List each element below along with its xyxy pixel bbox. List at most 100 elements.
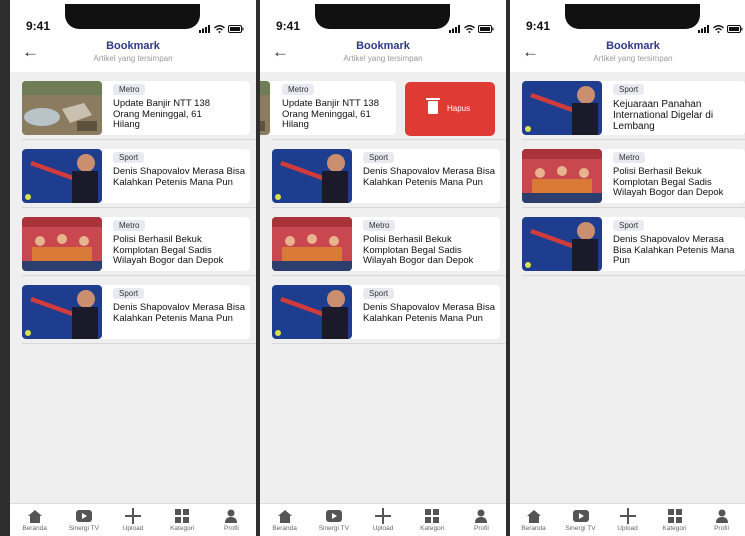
phone-screen-2: 9:41 ← Bookmark Artikel yang tersimpan M…: [260, 0, 506, 536]
nav-label: Kategori: [662, 525, 687, 532]
list-item-swiped[interactable]: Metro Update Banjir NTT 138 Orang Mening…: [260, 72, 506, 140]
page-title: Bookmark: [356, 40, 410, 52]
status-time: 9:41: [276, 19, 301, 33]
device-notch: [65, 4, 200, 29]
plus-icon: [108, 508, 157, 524]
article-title: Kejuaraan Panahan International Digelar …: [613, 99, 714, 132]
delete-label: Hapus: [447, 104, 471, 113]
page-title: Bookmark: [106, 40, 160, 52]
bookmark-list: Sport Kejuaraan Panahan International Di…: [510, 72, 745, 276]
article-title: Denis Shapovalov Merasa Bisa Kalahkan Pe…: [113, 166, 246, 188]
grid-icon: [158, 509, 207, 523]
list-item[interactable]: Sport Denis Shapovalov Merasa Bisa Kalah…: [260, 140, 506, 208]
nav-label: Kategori: [420, 525, 445, 532]
page-header: ← Bookmark Artikel yang tersimpan: [260, 36, 506, 73]
article-title: Denis Shapovalov Merasa Bisa Kalahkan Pe…: [363, 166, 496, 188]
nav-upload[interactable]: Upload: [108, 504, 157, 536]
press-conference-thumbnail: [522, 149, 602, 203]
nav-sinergi-tv[interactable]: Sinergi TV: [557, 504, 604, 536]
article-title: Update Banjir NTT 138 Orang Meninggal, 6…: [282, 98, 379, 130]
category-badge: Sport: [613, 84, 645, 95]
article-card[interactable]: Metro Polisi Berhasil Bekuk Komplotan Be…: [272, 217, 500, 271]
category-badge: Metro: [282, 84, 315, 95]
delete-button[interactable]: Hapus: [405, 82, 495, 136]
divider: [272, 343, 506, 344]
list-item[interactable]: Sport Denis Shapovalov Merasa Bisa Kalah…: [260, 276, 506, 344]
nav-label: Beranda: [272, 525, 297, 532]
list-item[interactable]: Sport Denis Shapovalov Merasa Bisa Kalah…: [10, 276, 256, 344]
article-card[interactable]: Metro Update Banjir NTT 138 Orang Mening…: [22, 81, 250, 135]
nav-profil[interactable]: Profil: [207, 504, 256, 536]
page-subtitle: Artikel yang tersimpan: [593, 54, 673, 63]
bottom-nav: Beranda Sinergi TV Upload Kategori Profi…: [10, 503, 256, 536]
tennis-thumbnail: [22, 149, 102, 203]
nav-label: Beranda: [22, 525, 47, 532]
category-badge: Sport: [113, 288, 145, 299]
article-card[interactable]: Metro Polisi Berhasil Bekuk Komplotan Be…: [22, 217, 250, 271]
article-title: Polisi Berhasil Bekuk Komplotan Begal Sa…: [113, 234, 224, 266]
category-badge: Metro: [363, 220, 396, 231]
list-item[interactable]: Metro Update Banjir NTT 138 Orang Mening…: [10, 72, 256, 140]
grid-icon: [408, 509, 457, 523]
status-time: 9:41: [26, 19, 51, 33]
nav-label: Sinergi TV: [68, 525, 99, 532]
trash-icon: [426, 98, 440, 114]
nav-label: Profil: [224, 525, 239, 532]
article-card[interactable]: Metro Polisi Berhasil Bekuk Komplotan Be…: [522, 149, 745, 203]
bookmark-list: Metro Update Banjir NTT 138 Orang Mening…: [260, 72, 506, 344]
page-title: Bookmark: [606, 40, 660, 52]
nav-kategori[interactable]: Kategori: [158, 504, 207, 536]
phone-screen-3: 9:41 ← Bookmark Artikel yang tersimpan S…: [510, 0, 745, 536]
article-card[interactable]: Sport Denis Shapovalov Merasa Bisa Kalah…: [22, 149, 250, 203]
article-card[interactable]: Sport Denis Shapovalov Merasa Bisa Kalah…: [522, 217, 745, 271]
home-icon: [260, 509, 309, 523]
tennis-thumbnail: [272, 149, 352, 203]
bottom-nav: Beranda Sinergi TV Upload Kategori Profi…: [260, 503, 506, 536]
phone-screen-1: 9:41 ← Bookmark Artikel yang tersimpan M…: [10, 0, 256, 536]
tv-play-icon: [59, 509, 108, 523]
flood-thumbnail: [22, 81, 102, 135]
nav-label: Sinergi TV: [318, 525, 349, 532]
nav-beranda[interactable]: Beranda: [10, 504, 59, 536]
article-card[interactable]: Metro Update Banjir NTT 138 Orang Mening…: [260, 81, 396, 135]
bookmark-list: Metro Update Banjir NTT 138 Orang Mening…: [10, 72, 256, 344]
status-bar: 9:41: [260, 0, 506, 36]
list-item[interactable]: Metro Polisi Berhasil Bekuk Komplotan Be…: [10, 208, 256, 276]
user-icon: [457, 509, 506, 523]
list-item[interactable]: Sport Kejuaraan Panahan International Di…: [510, 72, 745, 140]
article-card[interactable]: Sport Denis Shapovalov Merasa Bisa Kalah…: [272, 149, 500, 203]
nav-beranda[interactable]: Beranda: [510, 504, 557, 536]
article-card[interactable]: Sport Denis Shapovalov Merasa Bisa Kalah…: [272, 285, 500, 339]
nav-label: Upload: [122, 525, 144, 532]
article-title: Denis Shapovalov Merasa Bisa Kalahkan Pe…: [113, 302, 246, 324]
status-bar: 9:41: [510, 0, 745, 36]
category-badge: Sport: [113, 152, 145, 163]
tennis-thumbnail: [22, 285, 102, 339]
category-badge: Metro: [113, 220, 146, 231]
nav-label: Profil: [474, 525, 489, 532]
category-badge: Sport: [363, 152, 395, 163]
tennis-thumbnail: [522, 217, 602, 271]
nav-profil[interactable]: Profil: [457, 504, 506, 536]
nav-kategori[interactable]: Kategori: [408, 504, 457, 536]
plus-icon: [358, 508, 407, 524]
article-card[interactable]: Sport Kejuaraan Panahan International Di…: [522, 81, 745, 135]
nav-label: Upload: [617, 525, 638, 532]
nav-beranda[interactable]: Beranda: [260, 504, 309, 536]
nav-label: Profil: [714, 525, 729, 532]
category-badge: Sport: [613, 220, 645, 231]
press-conference-thumbnail: [22, 217, 102, 271]
nav-sinergi-tv[interactable]: Sinergi TV: [309, 504, 358, 536]
nav-upload[interactable]: Upload: [358, 504, 407, 536]
nav-profil[interactable]: Profil: [698, 504, 745, 536]
nav-kategori[interactable]: Kategori: [651, 504, 698, 536]
tv-play-icon: [557, 509, 604, 523]
nav-label: Upload: [372, 525, 394, 532]
list-item[interactable]: Sport Denis Shapovalov Merasa Bisa Kalah…: [10, 140, 256, 208]
nav-sinergi-tv[interactable]: Sinergi TV: [59, 504, 108, 536]
nav-upload[interactable]: Upload: [604, 504, 651, 536]
list-item[interactable]: Metro Polisi Berhasil Bekuk Komplotan Be…: [260, 208, 506, 276]
list-item[interactable]: Metro Polisi Berhasil Bekuk Komplotan Be…: [510, 140, 745, 208]
list-item[interactable]: Sport Denis Shapovalov Merasa Bisa Kalah…: [510, 208, 745, 276]
article-card[interactable]: Sport Denis Shapovalov Merasa Bisa Kalah…: [22, 285, 250, 339]
